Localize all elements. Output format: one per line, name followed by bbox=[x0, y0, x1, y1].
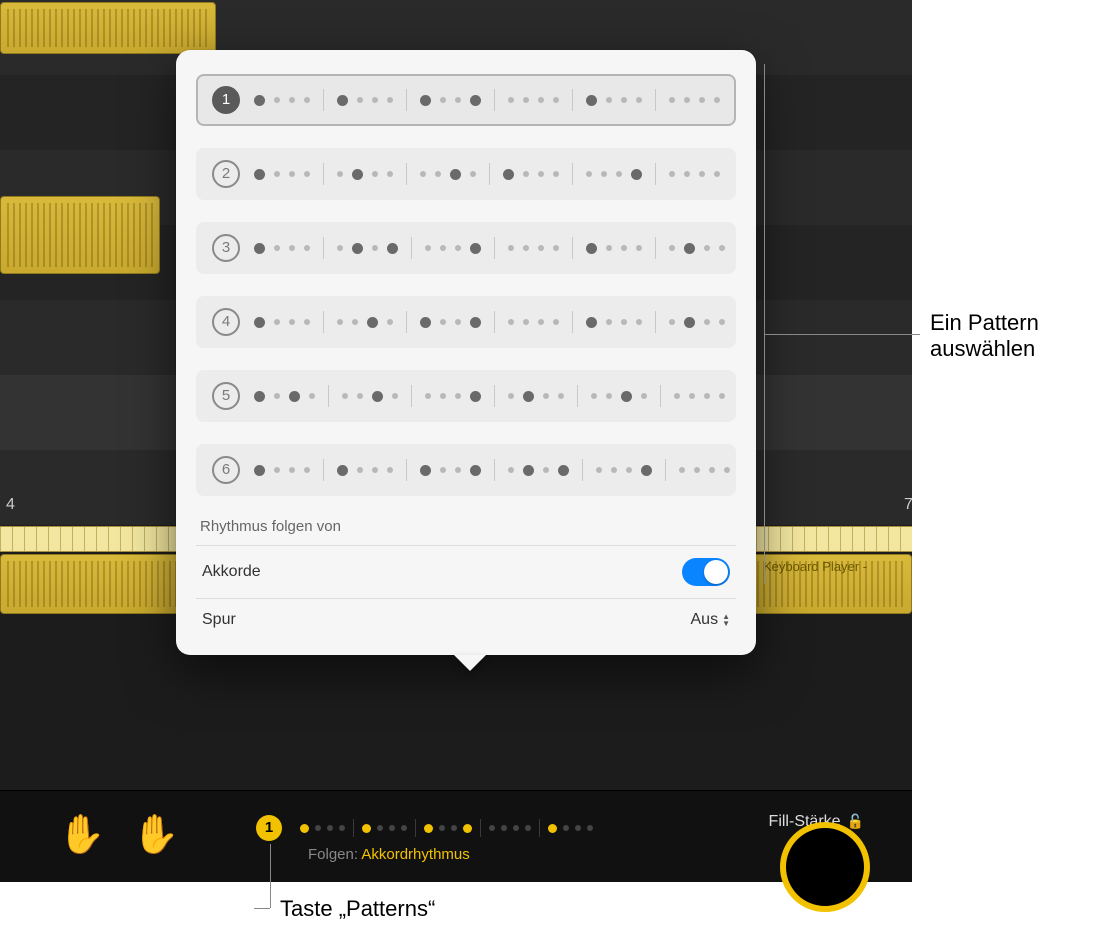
pattern-number-badge: 5 bbox=[212, 382, 240, 410]
callout-patterns-button: Taste „Patterns“ bbox=[280, 896, 435, 922]
track-follow-row: Spur Aus ▲▼ bbox=[196, 598, 736, 641]
pattern-dots bbox=[254, 237, 725, 259]
pattern-row-2[interactable]: 2 bbox=[196, 148, 736, 200]
follow-rhythm-section-label: Rhythmus folgen von bbox=[200, 518, 732, 535]
bar-number: 4 bbox=[6, 496, 15, 514]
mini-pattern-preview[interactable] bbox=[300, 819, 593, 837]
updown-icon: ▲▼ bbox=[722, 613, 730, 627]
pattern-number-badge: 3 bbox=[212, 234, 240, 262]
track-follow-select[interactable]: Aus ▲▼ bbox=[691, 611, 731, 629]
pattern-dots bbox=[254, 89, 720, 111]
callout-select-pattern: Ein Pattern auswählen bbox=[930, 310, 1039, 362]
track-follow-label: Spur bbox=[202, 611, 236, 629]
chords-follow-row: Akkorde bbox=[196, 545, 736, 598]
pattern-dots bbox=[254, 459, 730, 481]
pattern-row-1[interactable]: 1 bbox=[196, 74, 736, 126]
callout-line bbox=[254, 908, 270, 909]
bar-number: 7 bbox=[904, 496, 913, 514]
pattern-dots bbox=[254, 163, 720, 185]
chords-follow-toggle[interactable] bbox=[682, 558, 730, 586]
audio-region[interactable] bbox=[0, 2, 216, 54]
pattern-dots bbox=[254, 311, 725, 333]
patterns-button[interactable]: 1 bbox=[256, 815, 282, 841]
pattern-number-badge: 1 bbox=[212, 86, 240, 114]
region-label: Keyboard Player - bbox=[763, 559, 867, 574]
audio-region[interactable] bbox=[0, 196, 160, 274]
callout-line bbox=[270, 844, 271, 908]
session-player-bar: ✋ ✋ 1 Folgen: Akkordrhythmus Fill-Stärke… bbox=[0, 790, 912, 882]
callout-line bbox=[764, 334, 920, 335]
right-hand-icon[interactable]: ✋ bbox=[132, 815, 172, 859]
pattern-dots bbox=[254, 385, 725, 407]
left-hand-icon[interactable]: ✋ bbox=[58, 815, 98, 859]
pattern-number-badge: 4 bbox=[212, 308, 240, 336]
pattern-number-badge: 2 bbox=[212, 160, 240, 188]
unlock-icon[interactable]: 🔓 bbox=[847, 813, 864, 830]
callout-line bbox=[764, 64, 765, 584]
pattern-row-4[interactable]: 4 bbox=[196, 296, 736, 348]
patterns-popover: 1 2 3 4 5 6 Rhythmus folgen von Akkorde Spur … bbox=[176, 50, 756, 655]
pattern-number-badge: 6 bbox=[212, 456, 240, 484]
pattern-row-5[interactable]: 5 bbox=[196, 370, 736, 422]
follow-label: Folgen: Akkordrhythmus bbox=[308, 846, 470, 863]
app-background: 4 7 Keyboard Player - ✋ ✋ 1 Folgen: Akko… bbox=[0, 0, 912, 882]
pattern-row-3[interactable]: 3 bbox=[196, 222, 736, 274]
chords-follow-label: Akkorde bbox=[202, 563, 261, 581]
pattern-row-6[interactable]: 6 bbox=[196, 444, 736, 496]
fill-strength-knob[interactable] bbox=[780, 822, 870, 912]
